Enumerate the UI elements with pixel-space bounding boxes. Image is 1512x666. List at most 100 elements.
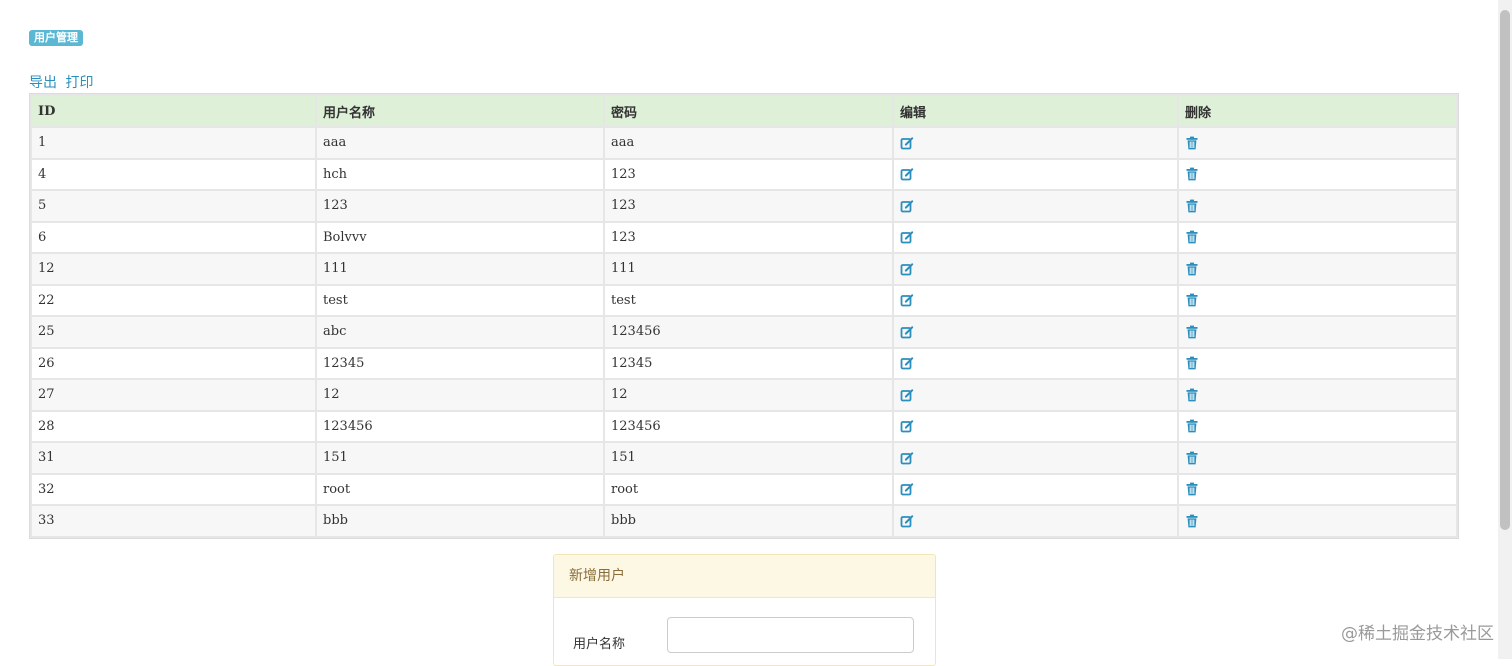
edit-icon[interactable] (900, 230, 914, 244)
cell-id: 31 (32, 443, 315, 473)
cell-edit (894, 348, 1177, 378)
cell-username: 123456 (317, 411, 603, 441)
trash-icon[interactable] (1185, 199, 1199, 213)
cell-delete (1179, 191, 1456, 221)
cell-username: 151 (317, 443, 603, 473)
edit-icon[interactable] (900, 514, 914, 528)
cell-delete (1179, 159, 1456, 189)
trash-icon[interactable] (1185, 419, 1199, 433)
trash-icon[interactable] (1185, 388, 1199, 402)
trash-icon[interactable] (1185, 451, 1199, 465)
table-row: 33 bbb bbb (32, 506, 1456, 536)
trash-icon[interactable] (1185, 262, 1199, 276)
cell-delete (1179, 285, 1456, 315)
edit-icon[interactable] (900, 482, 914, 496)
page-scrollbar[interactable] (1498, 0, 1512, 659)
table-header-row: ID 用户名称 密码 编辑 删除 (32, 96, 1456, 126)
cell-edit (894, 411, 1177, 441)
cell-password: 12 (605, 380, 892, 410)
cell-delete (1179, 317, 1456, 347)
cell-password: bbb (605, 506, 892, 536)
column-header-id: ID (32, 96, 315, 126)
cell-edit (894, 191, 1177, 221)
add-user-panel: 新增用户 用户名称 (553, 554, 936, 666)
cell-password: 111 (605, 254, 892, 284)
trash-icon[interactable] (1185, 136, 1199, 150)
cell-username: hch (317, 159, 603, 189)
user-table: ID 用户名称 密码 编辑 删除 1 aaa aaa 4 hch 123 5 123 123 6 B… (29, 93, 1459, 539)
edit-icon[interactable] (900, 167, 914, 181)
cell-edit (894, 443, 1177, 473)
cell-delete (1179, 506, 1456, 536)
edit-icon[interactable] (900, 325, 914, 339)
watermark: @稀土掘金技术社区 (1341, 624, 1494, 644)
table-row: 27 12 12 (32, 380, 1456, 410)
cell-edit (894, 380, 1177, 410)
column-header-edit: 编辑 (894, 96, 1177, 126)
cell-edit (894, 128, 1177, 158)
cell-delete (1179, 411, 1456, 441)
table-row: 5 123 123 (32, 191, 1456, 221)
cell-edit (894, 317, 1177, 347)
trash-icon[interactable] (1185, 325, 1199, 339)
cell-delete (1179, 128, 1456, 158)
cell-username: 12 (317, 380, 603, 410)
cell-id: 25 (32, 317, 315, 347)
cell-id: 22 (32, 285, 315, 315)
edit-icon[interactable] (900, 293, 914, 307)
trash-icon[interactable] (1185, 514, 1199, 528)
cell-edit (894, 159, 1177, 189)
cell-id: 27 (32, 380, 315, 410)
trash-icon[interactable] (1185, 482, 1199, 496)
export-link[interactable]: 导出 (29, 75, 57, 91)
column-header-username: 用户名称 (317, 96, 603, 126)
table-row: 1 aaa aaa (32, 128, 1456, 158)
edit-icon[interactable] (900, 451, 914, 465)
cell-edit (894, 285, 1177, 315)
edit-icon[interactable] (900, 262, 914, 276)
table-row: 28 123456 123456 (32, 411, 1456, 441)
edit-icon[interactable] (900, 199, 914, 213)
column-header-password: 密码 (605, 96, 892, 126)
table-row: 31 151 151 (32, 443, 1456, 473)
scrollbar-thumb[interactable] (1500, 10, 1510, 530)
cell-id: 12 (32, 254, 315, 284)
print-link[interactable]: 打印 (65, 75, 93, 91)
edit-icon[interactable] (900, 388, 914, 402)
cell-delete (1179, 254, 1456, 284)
cell-password: 123456 (605, 317, 892, 347)
column-header-delete: 删除 (1179, 96, 1456, 126)
table-row: 25 abc 123456 (32, 317, 1456, 347)
add-user-panel-title: 新增用户 (554, 555, 935, 598)
trash-icon[interactable] (1185, 356, 1199, 370)
table-row: 32 root root (32, 474, 1456, 504)
username-input[interactable] (667, 617, 914, 653)
cell-password: aaa (605, 128, 892, 158)
cell-edit (894, 222, 1177, 252)
cell-id: 32 (32, 474, 315, 504)
cell-delete (1179, 474, 1456, 504)
edit-icon[interactable] (900, 136, 914, 150)
cell-username: abc (317, 317, 603, 347)
cell-username: bbb (317, 506, 603, 536)
trash-icon[interactable] (1185, 293, 1199, 307)
trash-icon[interactable] (1185, 230, 1199, 244)
cell-id: 5 (32, 191, 315, 221)
page-badge-user-management: 用户管理 (29, 30, 83, 46)
table-toolbar: 导出 打印 (29, 72, 97, 92)
table-row: 26 12345 12345 (32, 348, 1456, 378)
trash-icon[interactable] (1185, 167, 1199, 181)
cell-id: 33 (32, 506, 315, 536)
edit-icon[interactable] (900, 356, 914, 370)
cell-password: 123 (605, 222, 892, 252)
cell-id: 28 (32, 411, 315, 441)
cell-username: Bolvvv (317, 222, 603, 252)
cell-id: 4 (32, 159, 315, 189)
cell-username: root (317, 474, 603, 504)
table-row: 6 Bolvvv 123 (32, 222, 1456, 252)
cell-delete (1179, 222, 1456, 252)
cell-id: 26 (32, 348, 315, 378)
cell-username: test (317, 285, 603, 315)
cell-username: 123 (317, 191, 603, 221)
edit-icon[interactable] (900, 419, 914, 433)
